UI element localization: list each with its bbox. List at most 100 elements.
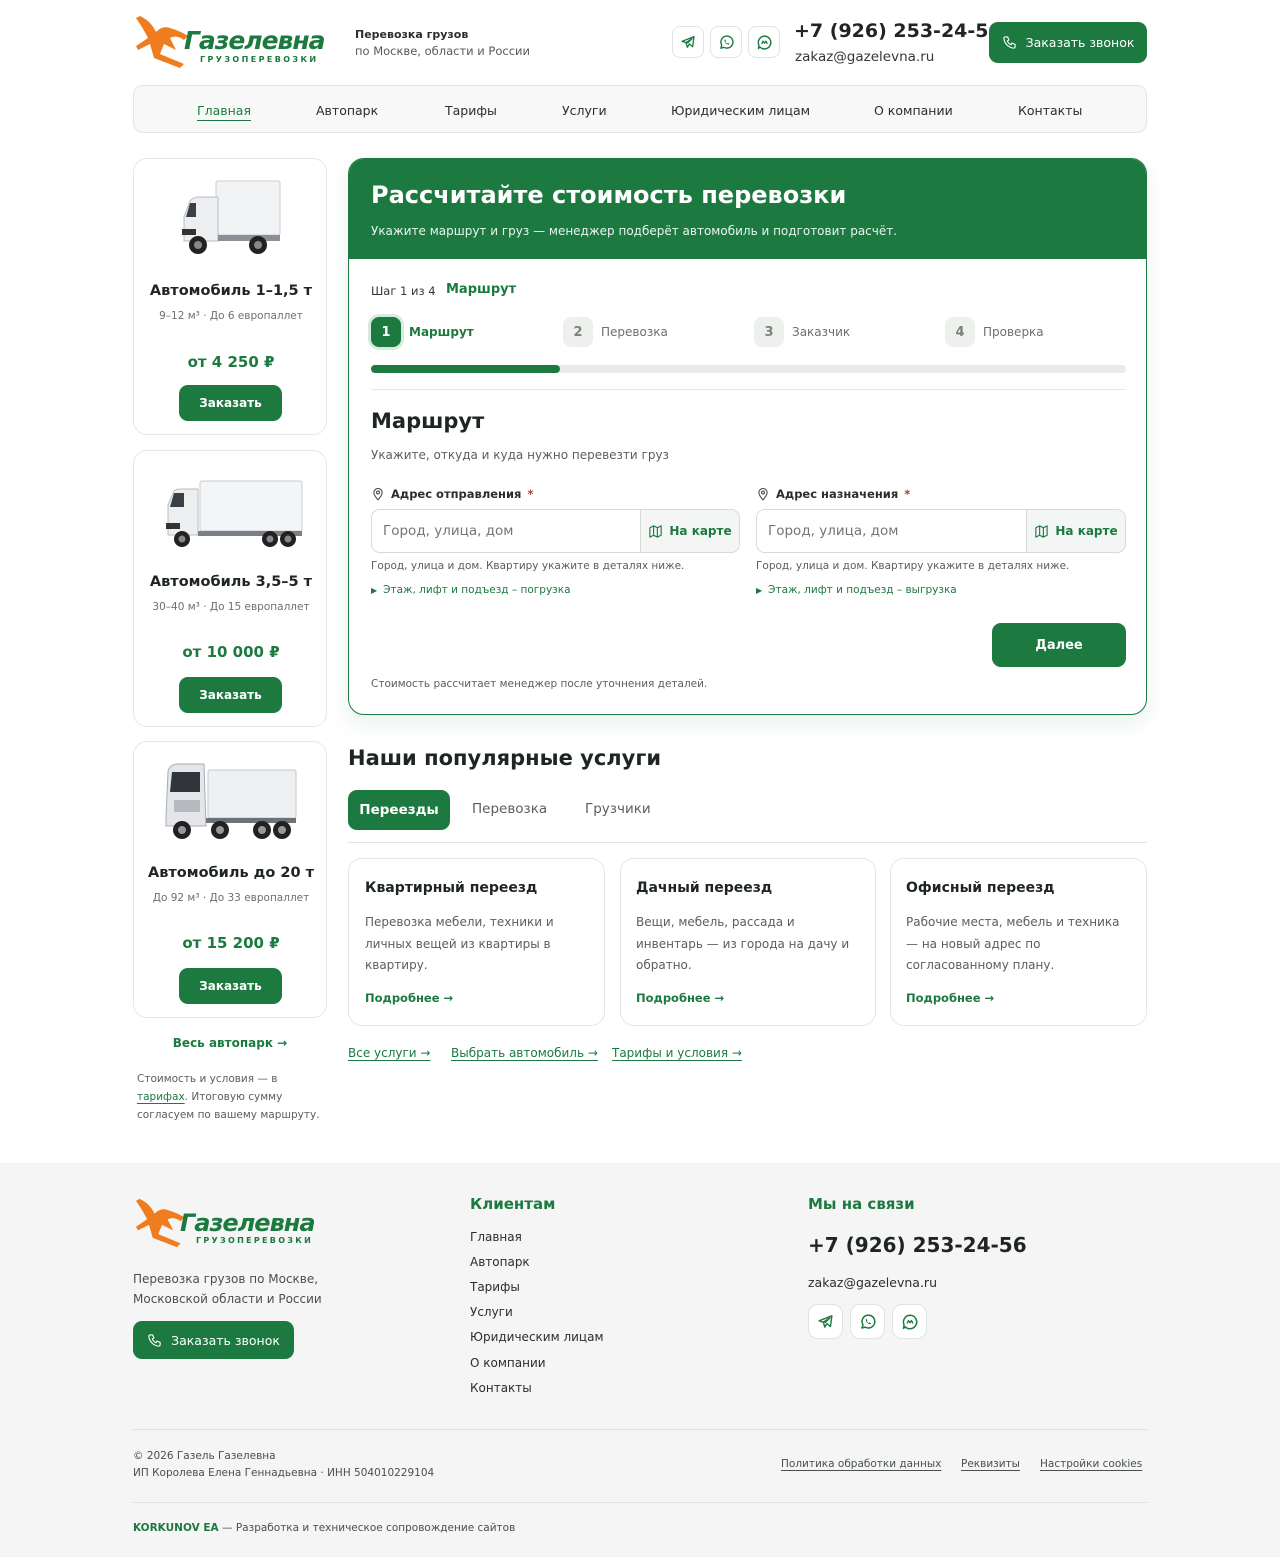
header-phone[interactable]: +7 (926) 253-24-56: [794, 20, 1002, 42]
tariffs-link[interactable]: тарифах: [137, 1091, 185, 1103]
nav-item-about[interactable]: О компании: [874, 103, 953, 118]
footer-telegram-button[interactable]: [808, 1304, 843, 1339]
medium-truck-image: [166, 480, 303, 547]
privacy-policy-link[interactable]: Политика обработки данных: [781, 1458, 941, 1470]
to-details-toggle[interactable]: ▶ Этаж, лифт и подъезд – выгрузка: [756, 584, 957, 596]
footer-clients-title: Клиентам: [470, 1195, 556, 1213]
tariffs-conditions-link[interactable]: Тарифы и условия →: [612, 1046, 742, 1060]
calculator-panel: Рассчитайте стоимость перевозки Укажите …: [348, 158, 1147, 715]
to-label: Адрес назначения *: [756, 487, 910, 501]
nav-item-tariffs[interactable]: Тарифы: [445, 103, 497, 118]
calculator-footnote: Стоимость рассчитает менеджер после уточ…: [371, 678, 708, 690]
step-1[interactable]: 1 Маршрут: [371, 316, 474, 348]
footer-email[interactable]: zakaz@gazelevna.ru: [808, 1275, 937, 1290]
nav-item-contacts[interactable]: Контакты: [1018, 103, 1082, 118]
next-button[interactable]: Далее: [992, 623, 1126, 667]
requisites-link[interactable]: Реквизиты: [961, 1458, 1020, 1470]
calculator-header: [349, 159, 1146, 259]
step-4[interactable]: 4 Проверка: [945, 316, 1044, 348]
nav-item-legal-entities[interactable]: Юридическим лицам: [671, 103, 810, 118]
footer-link-fleet[interactable]: Автопарк: [470, 1255, 530, 1269]
to-map-button[interactable]: На карте: [1026, 510, 1125, 552]
footer-logo[interactable]: Газелевна ГРУЗОПЕРЕВОЗКИ: [134, 1197, 334, 1249]
progress-fill: [371, 365, 560, 373]
developer-link[interactable]: KORKUNOV EA: [133, 1522, 219, 1534]
footer-description: Перевозка грузов по Москве, Московской о…: [133, 1269, 322, 1309]
service-card-line: квартиру.: [365, 958, 428, 972]
tab-moves[interactable]: Переезды: [348, 790, 450, 830]
header-telegram-button[interactable]: [672, 26, 704, 58]
max-messenger-icon: [902, 1314, 917, 1329]
step-current-name: Маршрут: [446, 282, 517, 297]
to-address-input[interactable]: [757, 510, 1026, 552]
from-map-label: На карте: [669, 524, 732, 538]
tab-transport[interactable]: Перевозка: [472, 801, 547, 817]
from-address-input[interactable]: [372, 510, 640, 552]
heavy-truck-image: [165, 763, 297, 839]
to-map-label: На карте: [1055, 524, 1118, 538]
nav-item-home[interactable]: Главная: [197, 103, 251, 121]
footer-link-tariffs[interactable]: Тарифы: [470, 1280, 520, 1294]
developer-text: — Разработка и техническое сопровождение…: [218, 1522, 516, 1534]
map-pin-icon: [373, 487, 383, 501]
max-messenger-icon: [757, 34, 772, 50]
fleet-order-button[interactable]: Заказать: [179, 677, 282, 713]
from-label: Адрес отправления *: [371, 487, 533, 501]
footer-logo-name: Газелевна: [180, 1209, 316, 1237]
developer-credit: KORKUNOV EA — Разработка и техническое с…: [133, 1522, 515, 1534]
service-card[interactable]: Офисный переезд Рабочие места, мебель и …: [890, 858, 1147, 1026]
small-truck-image: [182, 180, 281, 254]
all-fleet-link[interactable]: Весь автопарк →: [133, 1036, 327, 1050]
header-whatsapp-button[interactable]: [710, 26, 742, 58]
nav-item-services[interactable]: Услуги: [562, 103, 607, 118]
tab-loaders[interactable]: Грузчики: [585, 801, 651, 817]
phone-icon: [1002, 36, 1016, 49]
fleet-card-price: от 15 200 ₽: [182, 934, 280, 952]
main-nav: Главная Автопарк Тарифы Услуги Юридическ…: [133, 85, 1147, 133]
fleet-note-text-2: . Итоговую сумму: [184, 1091, 283, 1103]
service-card-title: Дачный переезд: [636, 880, 773, 896]
fleet-note: Стоимость и условия — в тарифах. Итогову…: [137, 1070, 332, 1124]
cookie-settings-link[interactable]: Настройки cookies: [1040, 1458, 1142, 1470]
step-2[interactable]: 2 Перевозка: [563, 316, 668, 348]
service-card-line: обратно.: [636, 958, 692, 972]
step-counter: Шаг 1 из 4: [371, 284, 436, 298]
footer-link-contacts[interactable]: Контакты: [470, 1381, 532, 1395]
choose-vehicle-link[interactable]: Выбрать автомобиль →: [451, 1046, 598, 1060]
footer-callback-button[interactable]: Заказать звонок: [133, 1321, 294, 1359]
fleet-order-button[interactable]: Заказать: [179, 385, 282, 421]
all-services-link[interactable]: Все услуги →: [348, 1046, 430, 1060]
service-card-more-link[interactable]: Подробнее →: [365, 991, 453, 1005]
footer-whatsapp-button[interactable]: [850, 1304, 885, 1339]
phone-icon: [148, 1333, 161, 1347]
footer-phone[interactable]: +7 (926) 253-24-56: [808, 1233, 1027, 1257]
logo[interactable]: Газелевна ГРУЗОПЕРЕВОЗКИ: [134, 14, 334, 70]
triangle-right-icon: ▶: [756, 585, 763, 595]
header-max-button[interactable]: [748, 26, 780, 58]
service-card-line: согласованному плану.: [906, 958, 1055, 972]
service-card[interactable]: Дачный переезд Вещи, мебель, рассада и и…: [620, 858, 876, 1026]
footer-link-services[interactable]: Услуги: [470, 1305, 513, 1319]
step-3[interactable]: 3 Заказчик: [754, 316, 850, 348]
service-card-line: личных вещей из квартиры в: [365, 936, 551, 951]
from-map-button[interactable]: На карте: [640, 510, 739, 552]
nav-item-fleet[interactable]: Автопарк: [316, 103, 378, 118]
service-card-line: — на новый адрес по: [906, 936, 1041, 951]
footer-divider: [133, 1429, 1147, 1430]
footer-callback-label: Заказать звонок: [171, 1332, 280, 1348]
service-card-text: Перевозка мебели, техники и личных вещей…: [365, 912, 554, 977]
fleet-card-spec: 9–12 м³ · До 6 европаллет: [159, 310, 303, 322]
service-card-more-link[interactable]: Подробнее →: [906, 991, 994, 1005]
footer-link-home[interactable]: Главная: [470, 1230, 522, 1244]
footer-max-button[interactable]: [892, 1304, 927, 1339]
header-email[interactable]: zakaz@gazelevna.ru: [795, 49, 934, 65]
footer-link-about[interactable]: О компании: [470, 1356, 546, 1370]
from-details-toggle[interactable]: ▶ Этаж, лифт и подъезд – погрузка: [371, 584, 571, 596]
service-card[interactable]: Квартирный переезд Перевозка мебели, тех…: [348, 858, 605, 1026]
map-icon: [1035, 524, 1049, 538]
header-callback-button[interactable]: Заказать звонок: [989, 22, 1147, 63]
footer-link-legal[interactable]: Юридическим лицам: [470, 1330, 604, 1344]
service-card-more-link[interactable]: Подробнее →: [636, 991, 724, 1005]
to-input-group: На карте: [756, 509, 1126, 553]
fleet-order-button[interactable]: Заказать: [179, 968, 282, 1004]
